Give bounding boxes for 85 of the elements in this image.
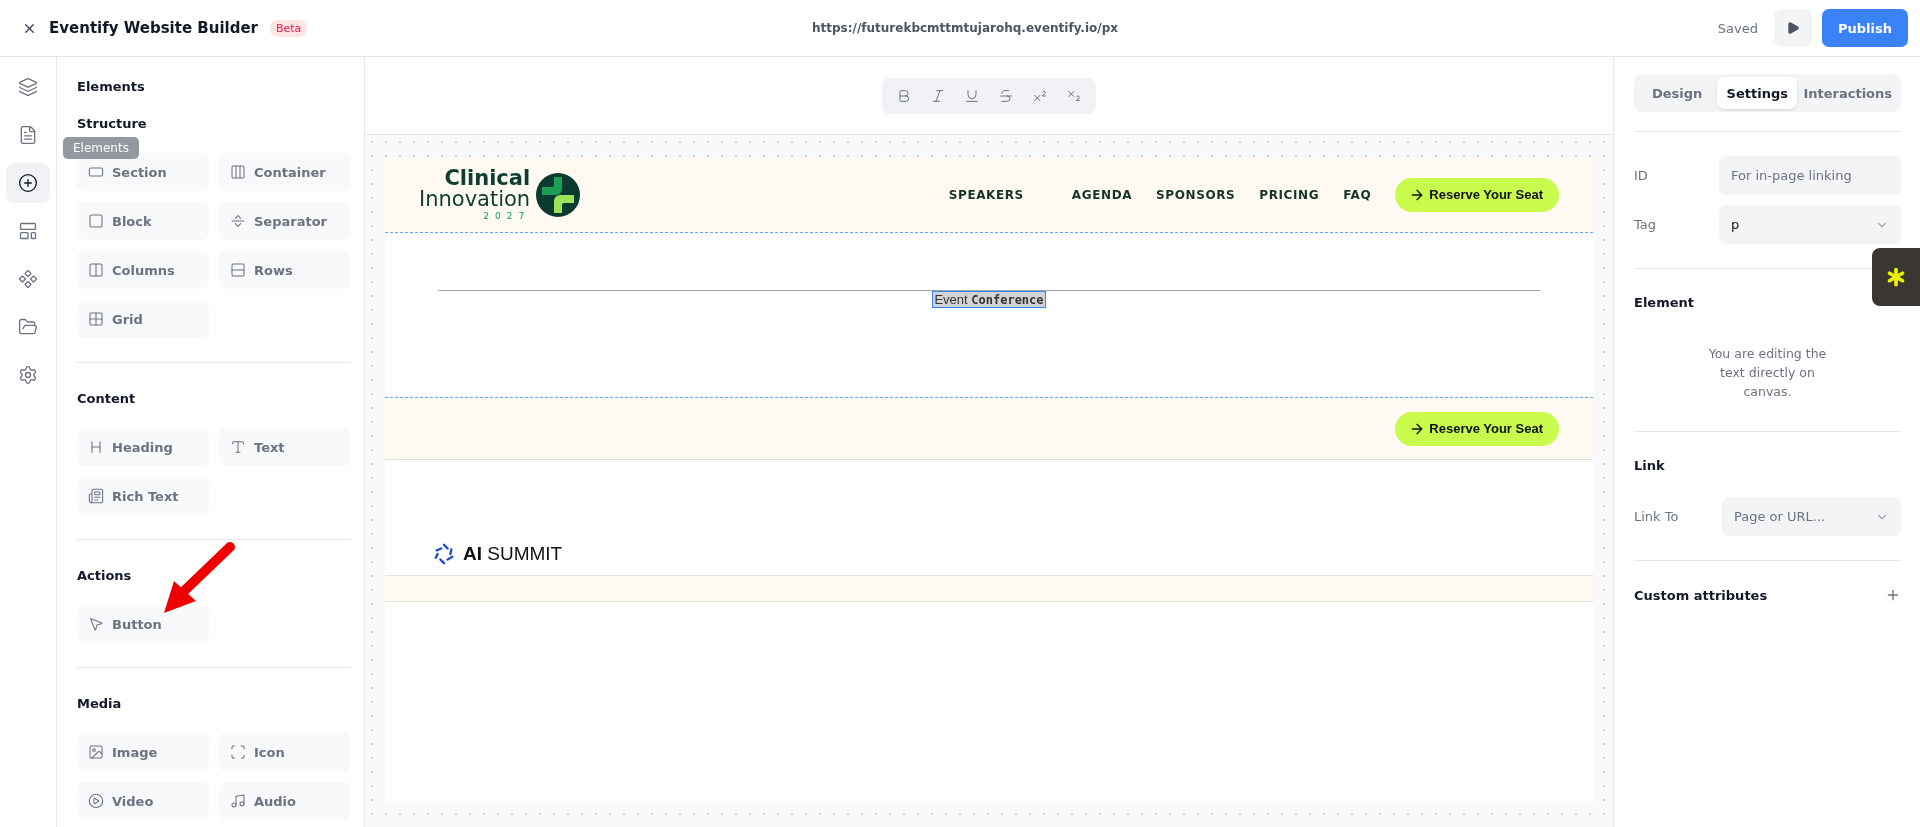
reserve-button[interactable]: Reserve Your Seat xyxy=(1395,411,1559,446)
logo-year: 2027 xyxy=(483,212,531,221)
site-url: https://futurekbcmttmtujarohq.eventify.io/px xyxy=(811,21,1119,35)
rich-text-icon xyxy=(88,488,104,504)
element-tile[interactable]: Button xyxy=(77,605,209,643)
plus-circle-icon xyxy=(18,173,38,193)
text-icon xyxy=(230,439,246,455)
assistant-widget-button[interactable] xyxy=(1872,248,1920,306)
element-tile[interactable]: Container xyxy=(219,153,351,191)
group-heading: Actions xyxy=(77,568,133,583)
strikethrough-icon xyxy=(998,87,1014,104)
plus-icon xyxy=(1885,587,1901,603)
element-tile[interactable]: Grid xyxy=(77,300,209,338)
element-tile[interactable]: Audio xyxy=(219,782,351,820)
editing-note: You are editing the text directly on canvas. xyxy=(1707,345,1828,401)
nav-link[interactable]: AGENDA xyxy=(1071,187,1133,202)
section-heading: Element xyxy=(1634,295,1695,310)
element-tile[interactable]: Block xyxy=(77,202,209,240)
tag-select[interactable]: p xyxy=(1719,205,1901,244)
italic-icon xyxy=(930,87,946,104)
nav-link[interactable]: FAQ xyxy=(1343,187,1372,202)
element-tile[interactable]: Text xyxy=(219,428,351,466)
reserve-button[interactable]: Reserve Your Seat xyxy=(1395,177,1559,212)
grid-icon xyxy=(88,311,104,327)
group-heading: Structure xyxy=(77,116,148,131)
element-tile[interactable]: Video xyxy=(77,782,209,820)
id-field[interactable]: For in-page linking xyxy=(1719,156,1901,195)
inspector-tab[interactable]: Interactions xyxy=(1797,77,1898,109)
nav-link[interactable]: SPEAKERS xyxy=(948,187,1024,202)
logo-text: Innovation xyxy=(419,189,531,210)
group-heading: Content xyxy=(77,391,137,406)
play-circle-icon xyxy=(88,793,104,809)
beta-badge: Beta xyxy=(270,19,308,37)
section-heading: Custom attributes xyxy=(1634,587,1768,603)
inspector-tab[interactable]: Design xyxy=(1637,77,1718,109)
play-icon xyxy=(1786,21,1800,35)
bold-icon xyxy=(896,87,912,104)
nav-link[interactable]: PRICING xyxy=(1259,187,1320,202)
logo-text: Clinical xyxy=(444,168,531,189)
app-title: Eventify Website Builder xyxy=(49,19,258,37)
star-logo-icon xyxy=(433,543,455,565)
panel-title: Elements xyxy=(77,79,146,94)
element-tile[interactable]: Icon xyxy=(219,733,351,771)
link-select[interactable]: Page or URL... xyxy=(1722,497,1901,536)
sidebar-tool[interactable] xyxy=(6,163,50,203)
preview-button[interactable] xyxy=(1774,9,1812,47)
heading-icon xyxy=(88,439,104,455)
square-icon xyxy=(88,213,104,229)
element-tile[interactable]: Columns xyxy=(77,251,209,289)
separator-icon xyxy=(230,213,246,229)
document-icon xyxy=(18,125,38,145)
rectangle-icon xyxy=(88,164,104,180)
settings-icon xyxy=(18,365,38,385)
columns-icon xyxy=(88,262,104,278)
element-tile[interactable]: Rich Text xyxy=(77,477,209,515)
layers-icon xyxy=(18,77,38,97)
element-tile[interactable]: Separator xyxy=(219,202,351,240)
group-heading: Media xyxy=(77,696,123,711)
selected-text[interactable]: Event Conference xyxy=(933,292,1045,307)
field-label: Tag xyxy=(1634,217,1656,232)
folder-icon xyxy=(18,317,38,337)
cursor-icon xyxy=(88,616,104,632)
field-label: ID xyxy=(1634,168,1648,183)
publish-button[interactable]: Publish xyxy=(1822,9,1908,47)
field-label: Link To xyxy=(1634,509,1679,524)
rows-icon xyxy=(230,262,246,278)
music-note-icon xyxy=(230,793,246,809)
logo-mark-icon xyxy=(536,172,581,217)
underline-icon xyxy=(964,87,980,104)
add-attribute-button[interactable] xyxy=(1885,587,1901,603)
frame-icon xyxy=(230,744,246,760)
section-heading: Link xyxy=(1634,458,1666,473)
image-icon xyxy=(88,744,104,760)
save-status: Saved xyxy=(1717,20,1758,36)
element-tile[interactable]: Rows xyxy=(219,251,351,289)
brand-name: AI SUMMIT xyxy=(463,543,563,565)
layout-icon xyxy=(18,221,38,241)
element-tile[interactable]: Heading xyxy=(77,428,209,466)
container-icon xyxy=(230,164,246,180)
element-tile[interactable]: Section xyxy=(77,153,209,191)
element-tile[interactable]: Image xyxy=(77,733,209,771)
diamonds-icon xyxy=(18,269,38,289)
nav-link[interactable]: SPONSORS xyxy=(1156,187,1236,202)
inspector-tab[interactable]: Settings xyxy=(1717,77,1798,109)
tooltip: Elements xyxy=(63,137,139,159)
